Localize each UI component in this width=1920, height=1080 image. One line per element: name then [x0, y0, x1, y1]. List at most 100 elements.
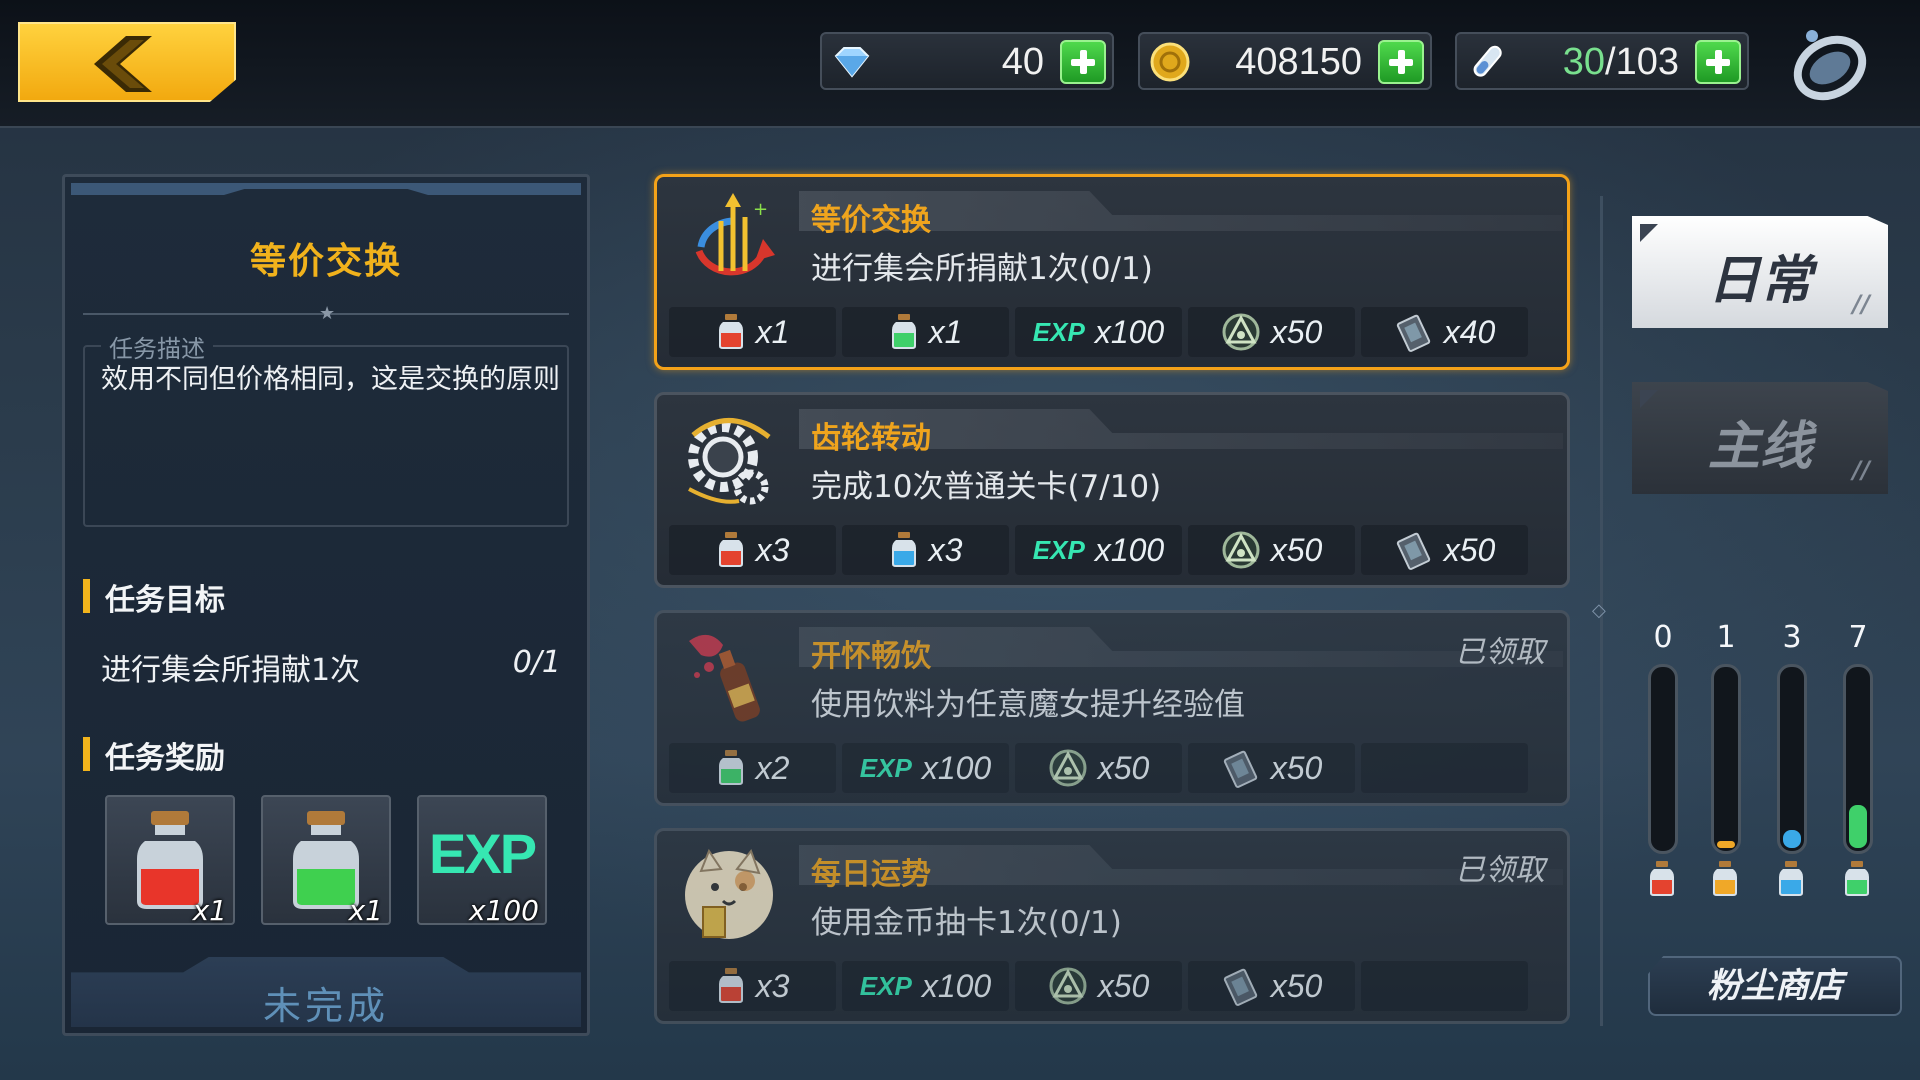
mission-title: 每日运势 — [811, 857, 931, 892]
reward-qty: x40 — [1443, 313, 1496, 350]
reward-slot[interactable]: x2 — [669, 743, 836, 793]
meter-tube — [1843, 664, 1873, 854]
mission-detail-title: 等价交换 — [249, 241, 402, 282]
reward-qty: x50 — [1097, 967, 1150, 1004]
reward-slot[interactable]: x50 — [1188, 307, 1355, 357]
mission-detail-panel: 等价交换 ★ 任务描述 效用不同但价格相同，这是交换的原则 任务目标 进行集会所… — [62, 174, 590, 1036]
reward-qty: x3 — [755, 531, 790, 568]
diamond-icon — [834, 47, 870, 78]
reward-row: x3 x3 EXP x100 x50 x50 — [669, 525, 1555, 577]
mission-card[interactable]: 齿轮转动 完成10次普通关卡(7/10) x3 x3 EXP x100 x50 x50 — [654, 392, 1570, 588]
potion-icon — [718, 532, 743, 567]
reward-item[interactable]: x1 — [105, 795, 235, 927]
potion-icon — [1779, 861, 1803, 896]
tab-daily[interactable]: 日常 // — [1632, 216, 1888, 328]
reward-qty: x50 — [1270, 531, 1323, 568]
reward-qty: x3 — [755, 967, 790, 1004]
card-icon — [1223, 968, 1257, 1006]
gear-icon — [688, 418, 771, 505]
reward-slot[interactable]: x1 — [669, 307, 836, 357]
exp-icon: EXP — [429, 822, 537, 885]
reward-qty: x1 — [928, 313, 963, 350]
mission-card[interactable]: + 等价交换 进行集会所捐献1次(0/1) x1 x1 EXP x100 x50 x40 — [654, 174, 1570, 370]
meter-bottle — [1710, 860, 1742, 900]
tab-slash-marks: // — [1852, 456, 1870, 484]
reward-slot[interactable]: x50 — [1361, 525, 1528, 575]
meter-tube — [1711, 664, 1741, 854]
mission-title: 齿轮转动 — [811, 421, 931, 456]
reward-slot[interactable]: EXP x100 — [842, 961, 1009, 1011]
mission-card[interactable]: 开怀畅饮 已领取 使用饮料为任意魔女提升经验值 x2 EXP x100 x50 x50 — [654, 610, 1570, 806]
diamond-marker-icon: ◇ — [1592, 600, 1606, 621]
reward-slot[interactable]: EXP x100 — [842, 743, 1009, 793]
goal-text: 进行集会所捐献1次 — [101, 653, 361, 688]
lucky-cat-icon — [685, 848, 773, 939]
reward-heading: 任务奖励 — [83, 733, 225, 777]
svg-text:+: + — [753, 199, 768, 220]
add-gold-button[interactable] — [1378, 40, 1424, 84]
tab-slash-marks: // — [1852, 290, 1870, 318]
mission-desc: 使用金币抽卡1次(0/1) — [811, 905, 1122, 941]
potion-meter: 1 — [1704, 620, 1748, 900]
meter-fill — [1717, 841, 1735, 848]
add-gems-button[interactable] — [1060, 40, 1106, 84]
reward-slot[interactable]: x40 — [1361, 307, 1528, 357]
drink-bottle-icon — [689, 634, 760, 722]
meter-count: 3 — [1782, 620, 1802, 655]
potion-icon — [891, 314, 916, 349]
reward-slot[interactable]: x50 — [1188, 743, 1355, 793]
potion-icon — [718, 314, 743, 349]
meter-tube — [1648, 664, 1678, 854]
reward-slot[interactable]: x50 — [1015, 743, 1182, 793]
reward-slot — [1361, 961, 1528, 1011]
mission-card[interactable]: 每日运势 已领取 使用金币抽卡1次(0/1) x3 EXP x100 x50 x50 — [654, 828, 1570, 1024]
claimed-label: 已领取 — [1455, 853, 1545, 888]
meter-count: 1 — [1716, 620, 1736, 655]
description-label: 任务描述 — [101, 329, 213, 364]
reward-qty: x1 — [755, 313, 790, 350]
reward-qty: x50 — [1270, 967, 1323, 1004]
reward-slot[interactable]: x1 — [842, 307, 1009, 357]
back-button[interactable] — [18, 22, 236, 102]
panel-top-stripe — [71, 183, 581, 195]
emblem-icon — [1222, 531, 1260, 569]
potion-meter: 0 — [1641, 620, 1685, 900]
card-icon — [1223, 750, 1257, 788]
dust-shop-button[interactable]: 粉尘商店 — [1648, 956, 1902, 1016]
reward-slot[interactable]: EXP x100 — [1015, 307, 1182, 357]
reward-row: x1 x1 EXP x100 x50 x40 — [669, 307, 1555, 359]
meter-fill — [1849, 805, 1867, 848]
reward-slot[interactable]: EXP x100 — [1015, 525, 1182, 575]
top-bar: 40 408150 30/103 — [0, 0, 1920, 128]
test-tube-icon — [1473, 45, 1502, 77]
potion-meter: 7 — [1836, 620, 1880, 900]
reward-item[interactable]: x1 — [261, 795, 391, 927]
star-icon: ★ — [319, 303, 336, 324]
mission-title: 等价交换 — [811, 203, 931, 238]
emblem-icon — [1222, 313, 1260, 351]
card-icon — [1396, 314, 1430, 352]
reward-row: x3 EXP x100 x50 x50 — [669, 961, 1555, 1013]
emblem-icon — [1049, 967, 1087, 1005]
reward-slot[interactable]: x3 — [842, 525, 1009, 575]
potion-icon — [1650, 861, 1674, 896]
tab-main[interactable]: 主线 // — [1632, 382, 1888, 494]
mission-desc: 完成10次普通关卡(7/10) — [811, 469, 1162, 505]
exp-icon: EXP — [859, 970, 912, 1001]
status-button[interactable]: 未完成 — [71, 957, 581, 1027]
chevron-left-icon — [94, 36, 152, 92]
reward-slot[interactable]: x50 — [1188, 961, 1355, 1011]
potion-meter: 3 — [1770, 620, 1814, 900]
goal-progress: 0/1 — [512, 645, 561, 680]
reward-item[interactable]: EXP x100 — [417, 795, 547, 927]
reward-slot[interactable]: x3 — [669, 525, 836, 575]
potion-icon — [1845, 861, 1869, 896]
ring-icon[interactable] — [1790, 26, 1870, 102]
reward-slot[interactable]: x3 — [669, 961, 836, 1011]
add-stamina-button[interactable] — [1695, 40, 1741, 84]
reward-slot[interactable]: x50 — [1188, 525, 1355, 575]
gold-value: 408150 — [1235, 41, 1362, 83]
exp-icon: EXP — [1032, 534, 1085, 565]
reward-slot[interactable]: x50 — [1015, 961, 1182, 1011]
reward-qty: x3 — [928, 531, 963, 568]
